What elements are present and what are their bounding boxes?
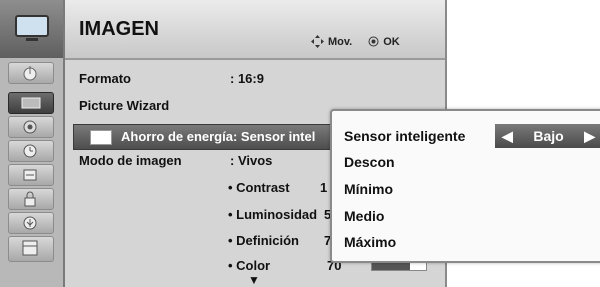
menu-icon-time[interactable] xyxy=(8,140,54,162)
popup-option[interactable]: Máximo xyxy=(344,234,396,250)
nav-ok-label: OK xyxy=(383,35,400,48)
luminosidad-label[interactable]: • Luminosidad xyxy=(228,207,317,222)
formato-value: : 16:9 xyxy=(230,71,264,86)
modo-imagen-label[interactable]: Modo de imagen xyxy=(79,153,182,168)
energy-saving-popup: Sensor inteligente ◀ Bajo ▶ Descon Mínim… xyxy=(330,109,600,263)
picture-wizard-label[interactable]: Picture Wizard xyxy=(79,98,169,113)
usb-icon xyxy=(23,216,37,230)
menu-icon-picture[interactable] xyxy=(8,92,54,114)
contrast-label[interactable]: • Contrast xyxy=(228,180,290,195)
menu-icon-media[interactable] xyxy=(8,236,54,262)
antenna-icon xyxy=(23,66,37,81)
nav-hint: Mov. OK xyxy=(311,35,400,48)
popup-option[interactable]: Medio xyxy=(344,208,384,224)
dpad-icon xyxy=(311,35,324,48)
color-label[interactable]: • Color xyxy=(228,258,270,273)
menu-icon-column xyxy=(0,0,65,287)
popup-option[interactable]: Mínimo xyxy=(344,181,393,197)
definicion-label[interactable]: • Definición xyxy=(228,233,299,248)
popup-current-value: Bajo xyxy=(533,128,564,144)
popup-option[interactable]: Descon xyxy=(344,154,395,170)
picture-menu-osd: IMAGEN Mov. OK Formato : 16:9 Picture Wi… xyxy=(0,0,600,287)
ok-button-icon xyxy=(368,36,379,47)
energy-saving-icon xyxy=(90,130,112,145)
lock-icon xyxy=(24,191,36,207)
arrow-left-icon[interactable]: ◀ xyxy=(502,128,513,145)
tv-icon xyxy=(15,15,49,41)
scroll-down-arrow[interactable]: ▼ xyxy=(248,273,260,287)
picture-icon xyxy=(21,97,41,109)
popup-value-selector[interactable]: ◀ Bajo ▶ xyxy=(495,124,600,148)
arrow-right-icon[interactable]: ▶ xyxy=(584,128,595,145)
menu-title: IMAGEN xyxy=(79,18,159,40)
formato-label[interactable]: Formato xyxy=(79,71,131,86)
title-bar: IMAGEN Mov. OK xyxy=(65,0,445,60)
nav-move-label: Mov. xyxy=(328,35,353,48)
menu-icon-options[interactable] xyxy=(8,164,54,186)
speaker-icon xyxy=(23,120,37,134)
popup-current-label: Sensor inteligente xyxy=(344,128,466,144)
menu-icon-audio[interactable] xyxy=(8,116,54,138)
film-icon xyxy=(22,240,38,256)
contrast-value: 1 xyxy=(320,180,328,195)
clock-icon xyxy=(23,144,37,158)
menu-icon-antenna[interactable] xyxy=(8,62,54,84)
menu-icon-usb[interactable] xyxy=(8,212,54,234)
options-icon xyxy=(23,169,37,181)
color-level-fill xyxy=(372,262,410,270)
tv-icon-box xyxy=(0,0,63,58)
modo-imagen-value: : Vivos xyxy=(230,153,273,168)
energy-saving-label: Ahorro de energía: Sensor intel xyxy=(121,129,316,144)
menu-icon-lock[interactable] xyxy=(8,188,54,210)
